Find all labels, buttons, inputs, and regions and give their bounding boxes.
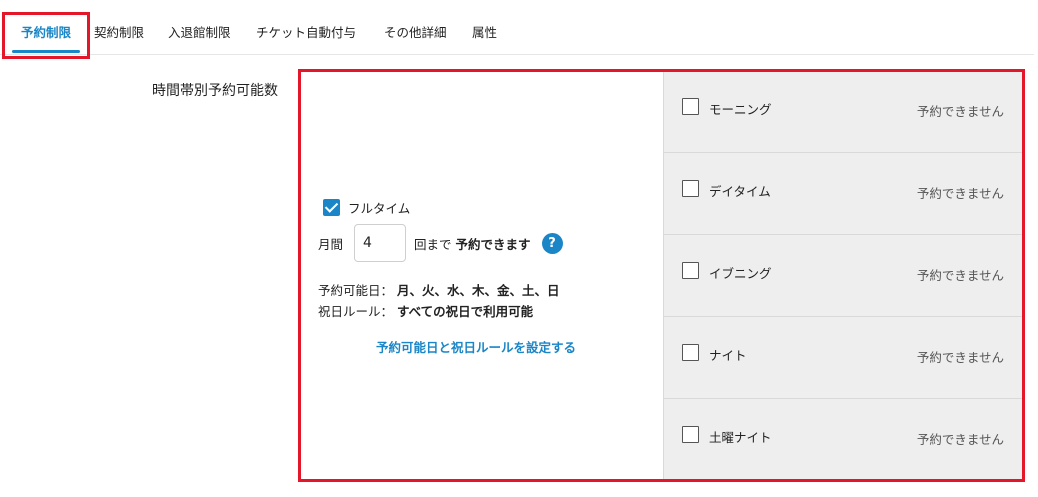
section-label: 時間帯別予約可能数 — [152, 83, 278, 99]
tab-other-details[interactable]: その他詳細 — [384, 22, 447, 41]
active-tab-highlight-box — [2, 12, 90, 59]
tab-attributes[interactable]: 属性 — [472, 22, 497, 41]
settings-highlight-box — [298, 69, 1025, 482]
tab-entry-exit-limit[interactable]: 入退館制限 — [168, 22, 231, 41]
tab-bar: 予約制限 契約制限 入退館制限 チケット自動付与 その他詳細 属性 — [0, 0, 1034, 55]
tab-ticket-auto-grant[interactable]: チケット自動付与 — [256, 22, 356, 41]
tab-contract-limit[interactable]: 契約制限 — [94, 22, 144, 41]
